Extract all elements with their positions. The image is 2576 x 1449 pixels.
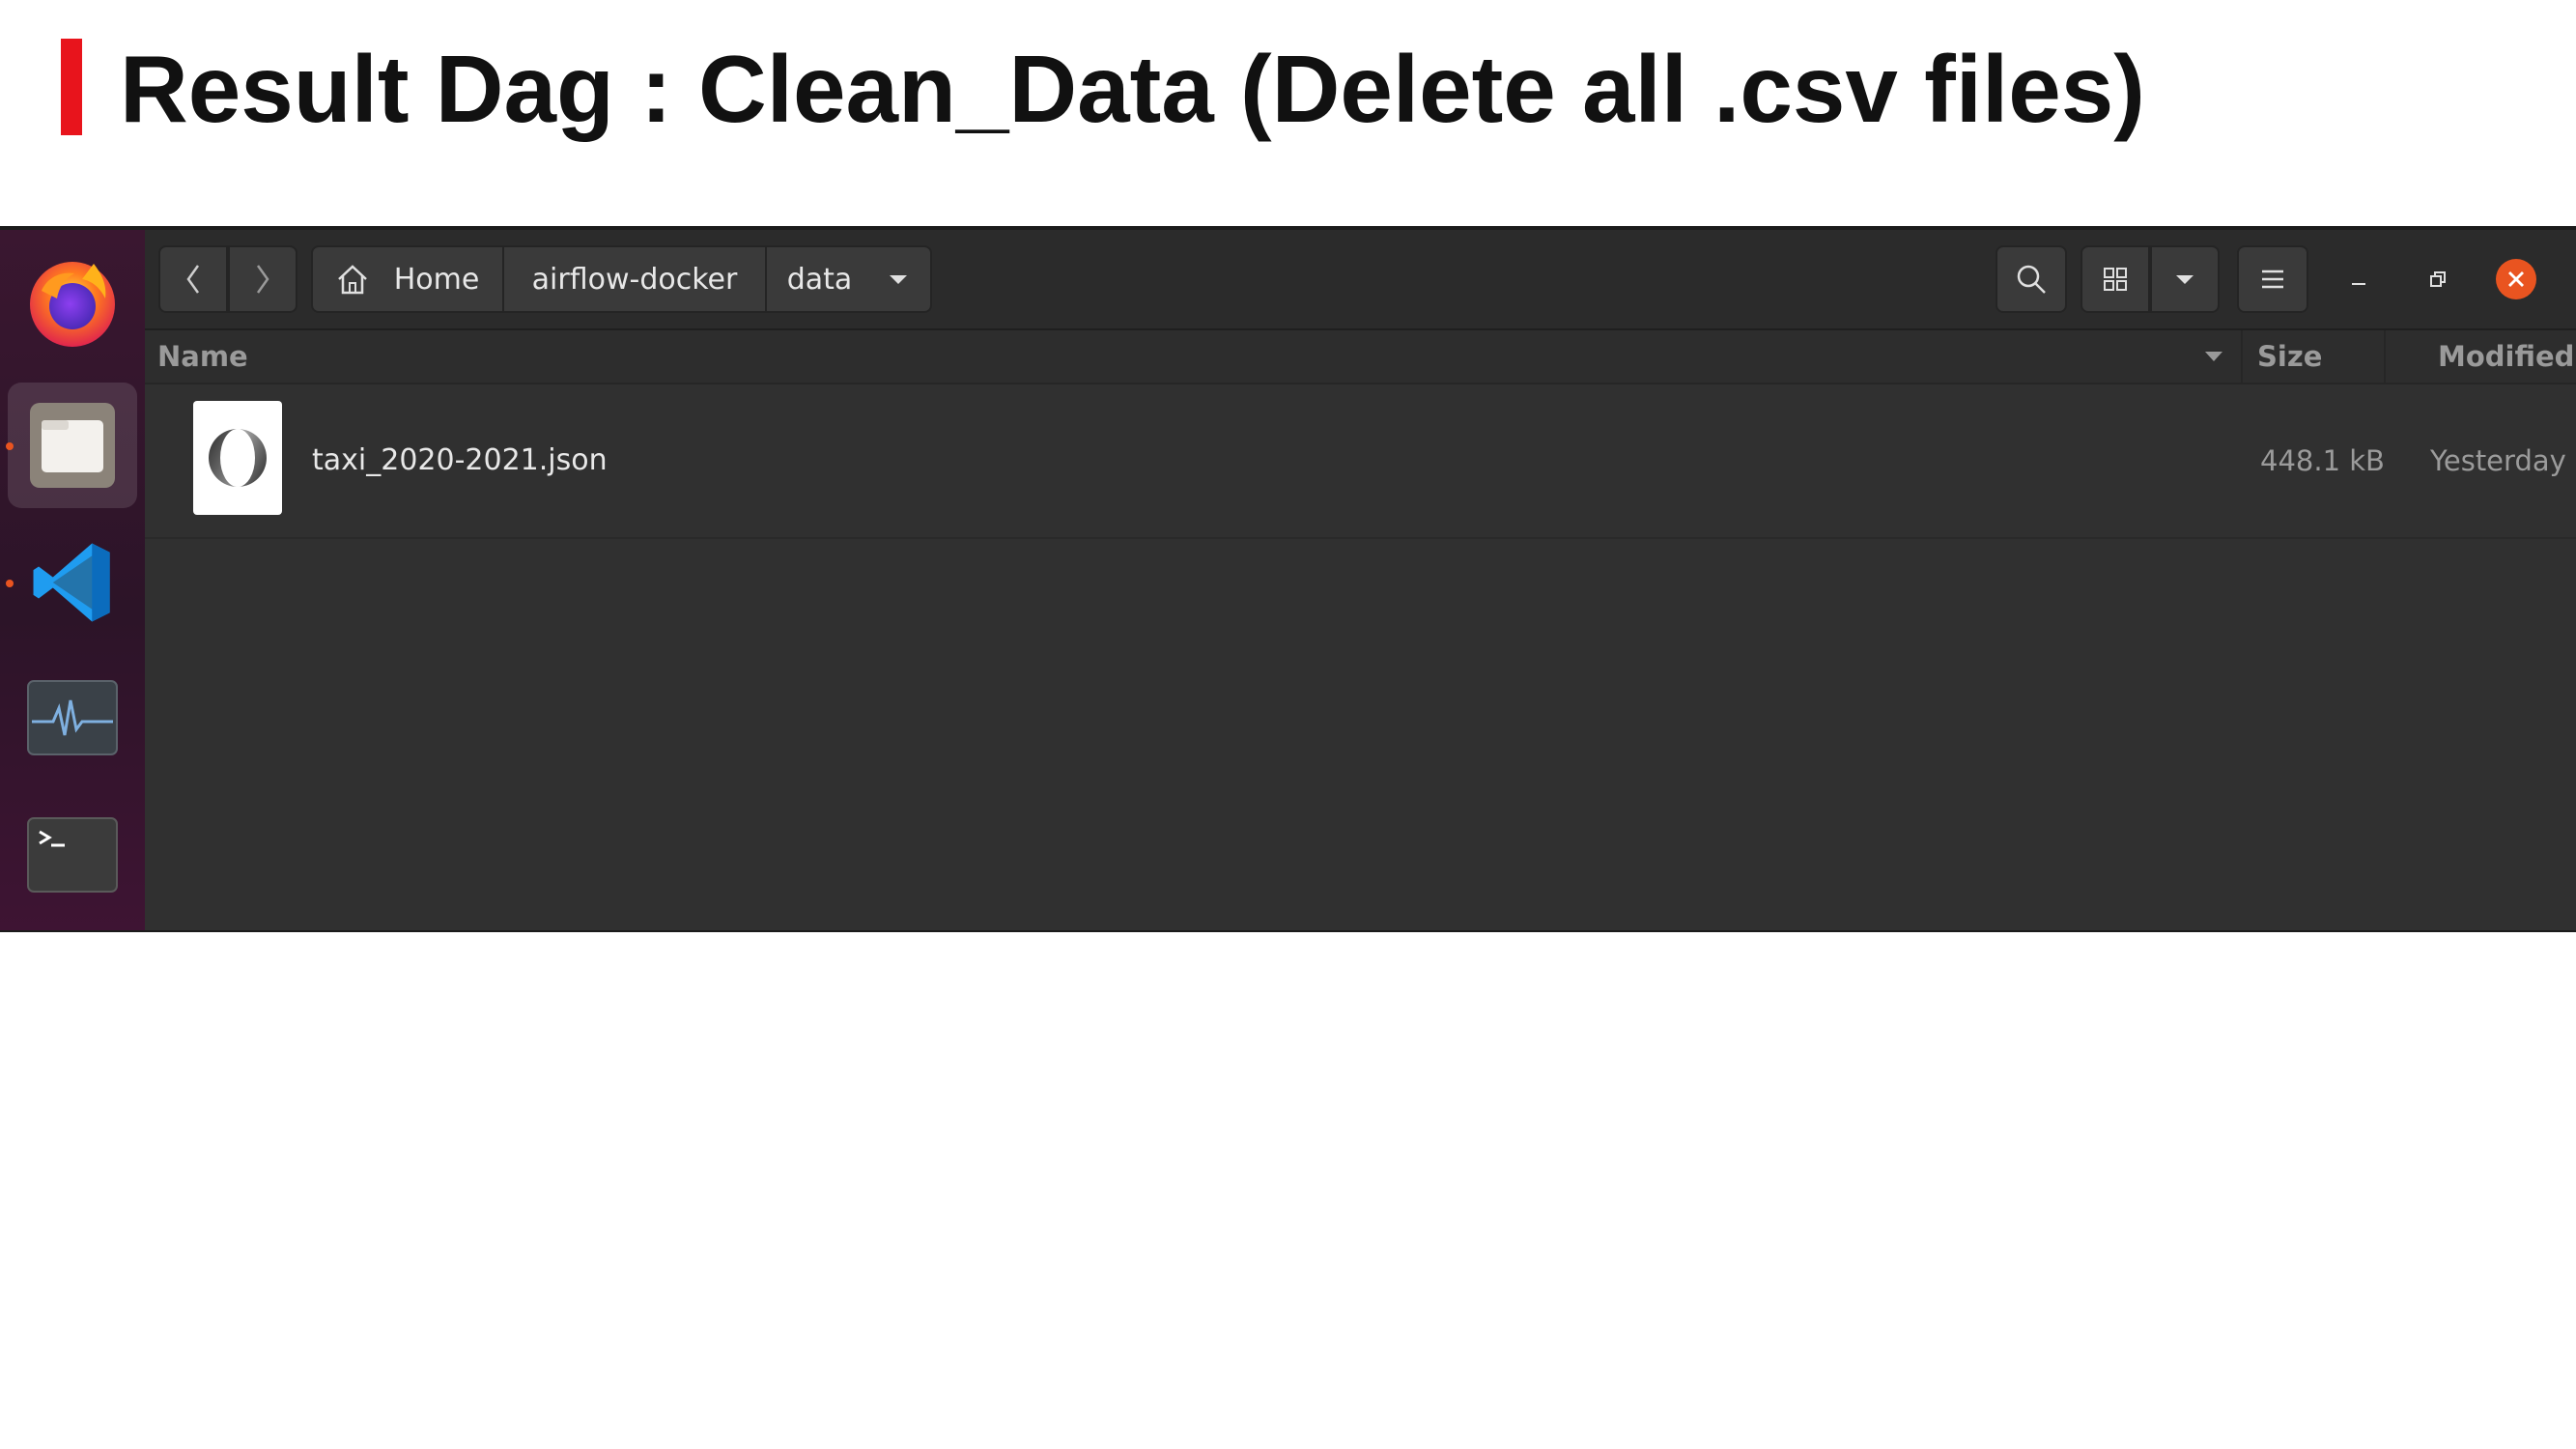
home-icon (337, 265, 367, 295)
breadcrumb: Home airflow-docker data (311, 245, 932, 313)
column-modified[interactable]: Modified (2438, 330, 2574, 383)
grid-view-icon (2104, 268, 2127, 291)
dock-firefox[interactable] (8, 238, 137, 363)
vscode-icon (33, 543, 110, 622)
breadcrumb-data[interactable]: data (767, 247, 930, 311)
file-manager-headerbar: Home airflow-docker data (145, 230, 2576, 330)
back-button[interactable] (158, 245, 228, 313)
file-manager-screenshot: Home airflow-docker data Name Size Modif… (0, 226, 2576, 932)
main-menu-button[interactable] (2237, 245, 2308, 313)
firefox-icon (30, 262, 115, 347)
list-column-header: Name Size Modified (145, 330, 2576, 384)
terminal-icon (27, 817, 118, 893)
json-file-icon (193, 401, 282, 515)
slide-title: Result Dag : Clean_Data (Delete all .csv… (120, 36, 2145, 142)
system-monitor-icon (27, 680, 118, 755)
search-button[interactable] (1996, 245, 2067, 313)
file-modified: Yesterday (2430, 444, 2566, 477)
column-size[interactable]: Size (2257, 330, 2322, 383)
close-icon (2496, 259, 2536, 299)
chevron-down-icon (890, 275, 908, 284)
files-icon (30, 403, 115, 488)
search-icon (2017, 265, 2046, 294)
file-size: 448.1 kB (2260, 444, 2385, 477)
dock-system-monitor[interactable] (8, 655, 137, 781)
file-row[interactable]: taxi_2020-2021.json 448.1 kB Yesterday (145, 384, 2576, 539)
breadcrumb-label: airflow-docker (531, 262, 738, 297)
dock-terminal[interactable] (8, 792, 137, 918)
sort-descending-icon[interactable] (2203, 350, 2224, 363)
close-button[interactable] (2487, 245, 2545, 313)
column-separator (2241, 330, 2243, 383)
running-indicator (6, 580, 14, 587)
title-accent-bar (61, 39, 82, 135)
view-toggle-button[interactable] (2081, 245, 2150, 313)
dock-vscode[interactable] (6, 520, 137, 645)
column-separator (2384, 330, 2386, 383)
breadcrumb-label: Home (393, 262, 480, 297)
breadcrumb-home[interactable]: Home (313, 247, 504, 311)
view-options-button[interactable] (2150, 245, 2220, 313)
breadcrumb-airflow-docker[interactable]: airflow-docker (504, 247, 767, 311)
forward-button[interactable] (228, 245, 297, 313)
minimize-icon (2352, 283, 2365, 285)
dock-files[interactable] (6, 383, 137, 508)
file-name: taxi_2020-2021.json (312, 443, 608, 477)
breadcrumb-label: data (786, 262, 853, 297)
chevron-right-icon (256, 265, 269, 294)
ubuntu-dock (0, 230, 145, 930)
restore-button[interactable] (2409, 245, 2467, 313)
chevron-left-icon (186, 265, 200, 294)
minimize-button[interactable] (2330, 245, 2388, 313)
hamburger-menu-icon (2262, 270, 2283, 289)
chevron-down-icon (2176, 275, 2194, 284)
running-indicator (6, 442, 14, 450)
restore-icon (2430, 271, 2446, 287)
column-name[interactable]: Name (157, 330, 248, 383)
